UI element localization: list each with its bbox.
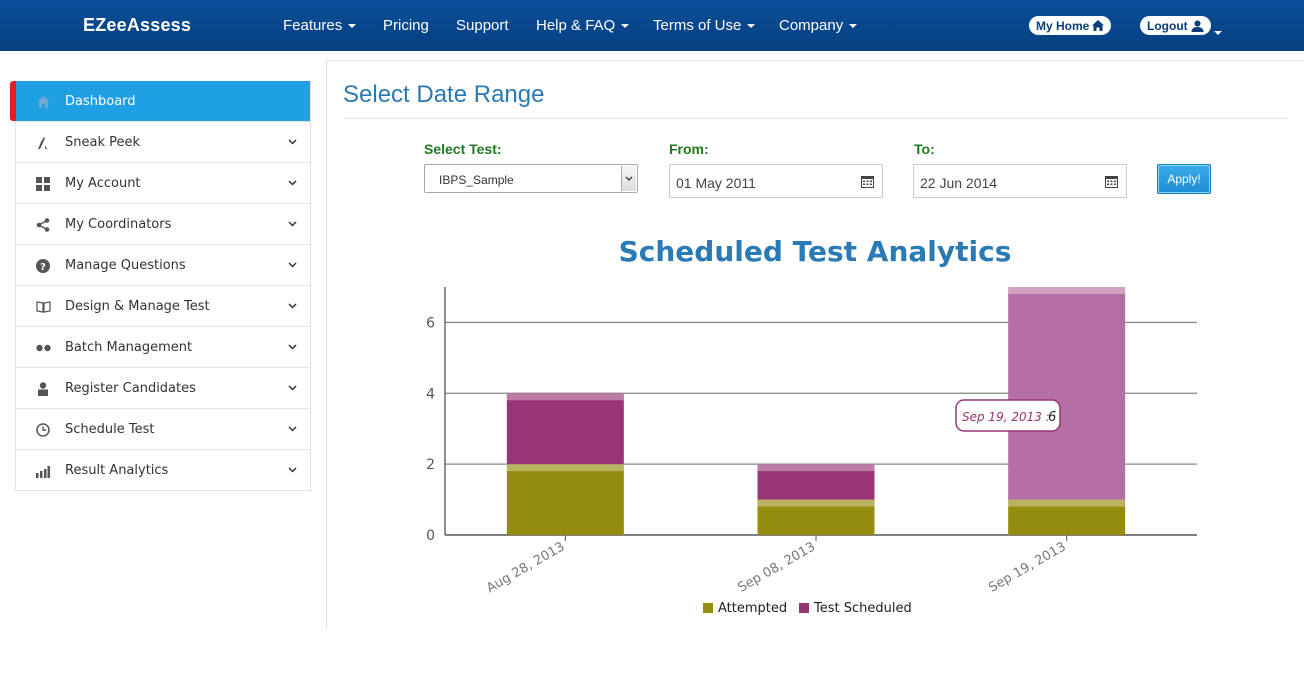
bar-chart-icon [35, 463, 51, 479]
nav-terms[interactable]: Terms of Use [653, 17, 756, 34]
chevron-down-icon [747, 24, 756, 29]
pen-icon [35, 135, 51, 151]
user-icon [1191, 20, 1204, 32]
nav-company[interactable]: Company [779, 17, 858, 34]
from-date-field[interactable]: 01 May 2011 [669, 164, 883, 198]
chevron-down-icon [288, 467, 297, 473]
sidebar-item-register-candidates[interactable]: Register Candidates [16, 367, 310, 408]
nav-features[interactable]: Features [283, 17, 357, 34]
sidebar-item-label: Manage Questions [65, 258, 186, 273]
nav-features-label: Features [283, 17, 343, 34]
chevron-down-icon [348, 24, 357, 29]
logout-button[interactable]: Logout [1140, 16, 1211, 35]
chevron-down-icon [288, 344, 297, 350]
sidebar-item-label: Register Candidates [65, 381, 196, 396]
brand-logo[interactable]: EZeeAssess [83, 15, 191, 36]
grid-icon [35, 176, 51, 192]
sidebar-item-label: Schedule Test [65, 422, 155, 437]
apply-button[interactable]: Apply! [1157, 164, 1211, 194]
chevron-down-icon [1214, 30, 1222, 35]
select-test-label: Select Test: [424, 141, 502, 157]
sidebar-item-sneak-peek[interactable]: Sneak Peek [16, 121, 310, 162]
svg-text:?: ? [40, 262, 46, 273]
to-label: To: [914, 141, 935, 157]
sidebar-item-batch-management[interactable]: Batch Management [16, 326, 310, 367]
page-title: Select Date Range [343, 81, 545, 108]
select-test-value: IBPS_Sample [439, 173, 514, 187]
sidebar-item-label: My Account [65, 176, 141, 191]
sidebar-item-my-coordinators[interactable]: My Coordinators [16, 203, 310, 244]
nav-terms-label: Terms of Use [653, 17, 742, 34]
nav-support[interactable]: Support [456, 17, 509, 34]
chevron-down-icon [621, 24, 630, 29]
chevron-down-icon [288, 139, 297, 145]
sidebar-item-my-account[interactable]: My Account [16, 162, 310, 203]
sidebar-item-schedule-test[interactable]: Schedule Test [16, 408, 310, 449]
sidebar-item-label: Result Analytics [65, 463, 169, 478]
sidebar-item-design-manage-test[interactable]: Design & Manage Test [16, 285, 310, 326]
sidebar-item-dashboard[interactable]: Dashboard [10, 81, 310, 121]
chevron-down-icon [288, 385, 297, 391]
book-icon [35, 299, 51, 315]
chevron-down-icon [288, 221, 297, 227]
from-label: From: [669, 141, 709, 157]
divider [343, 118, 1289, 119]
home-icon [35, 94, 51, 110]
clock-icon [35, 422, 51, 438]
user-icon [35, 381, 51, 397]
to-date-value: 22 Jun 2014 [920, 175, 998, 191]
sidebar-item-label: Batch Management [65, 340, 193, 355]
calendar-icon[interactable] [1105, 175, 1118, 188]
chevron-down-icon [288, 426, 297, 432]
sidebar: Dashboard Sneak Peek My Account My Coord… [10, 81, 311, 491]
nav-company-label: Company [779, 17, 844, 34]
my-home-label: My Home [1036, 18, 1090, 33]
chevron-down-icon [288, 262, 297, 268]
sidebar-item-label: Design & Manage Test [65, 299, 210, 314]
sidebar-item-label: Sneak Peek [65, 135, 141, 150]
question-icon: ? [35, 258, 51, 274]
nav-help-label: Help & FAQ [536, 17, 616, 34]
share-icon [35, 217, 51, 233]
nav-pricing[interactable]: Pricing [383, 17, 429, 34]
user-menu-dropdown[interactable] [1214, 24, 1222, 42]
nav-help-faq[interactable]: Help & FAQ [536, 17, 630, 34]
my-home-button[interactable]: My Home [1029, 16, 1112, 35]
chevron-down-icon [288, 303, 297, 309]
select-test-dropdown[interactable]: IBPS_Sample [424, 164, 638, 193]
logout-label: Logout [1147, 18, 1188, 33]
chevron-down-icon [621, 166, 636, 191]
main-panel: Select Date Range Select Test: IBPS_Samp… [326, 60, 1304, 628]
chevron-down-icon [288, 180, 297, 186]
home-icon [1092, 20, 1105, 31]
calendar-icon[interactable] [861, 175, 874, 188]
to-date-field[interactable]: 22 Jun 2014 [913, 164, 1127, 198]
nav-support-label: Support [456, 17, 509, 34]
sidebar-item-label: My Coordinators [65, 217, 172, 232]
dots-icon [35, 340, 51, 356]
chevron-down-icon [849, 24, 858, 29]
nav-pricing-label: Pricing [383, 17, 429, 34]
sidebar-item-result-analytics[interactable]: Result Analytics [16, 449, 310, 490]
top-navbar: EZeeAssess Features Pricing Support Help… [0, 0, 1304, 51]
from-date-value: 01 May 2011 [676, 175, 756, 191]
sidebar-item-manage-questions[interactable]: ? Manage Questions [16, 244, 310, 285]
sidebar-item-label: Dashboard [65, 94, 136, 109]
